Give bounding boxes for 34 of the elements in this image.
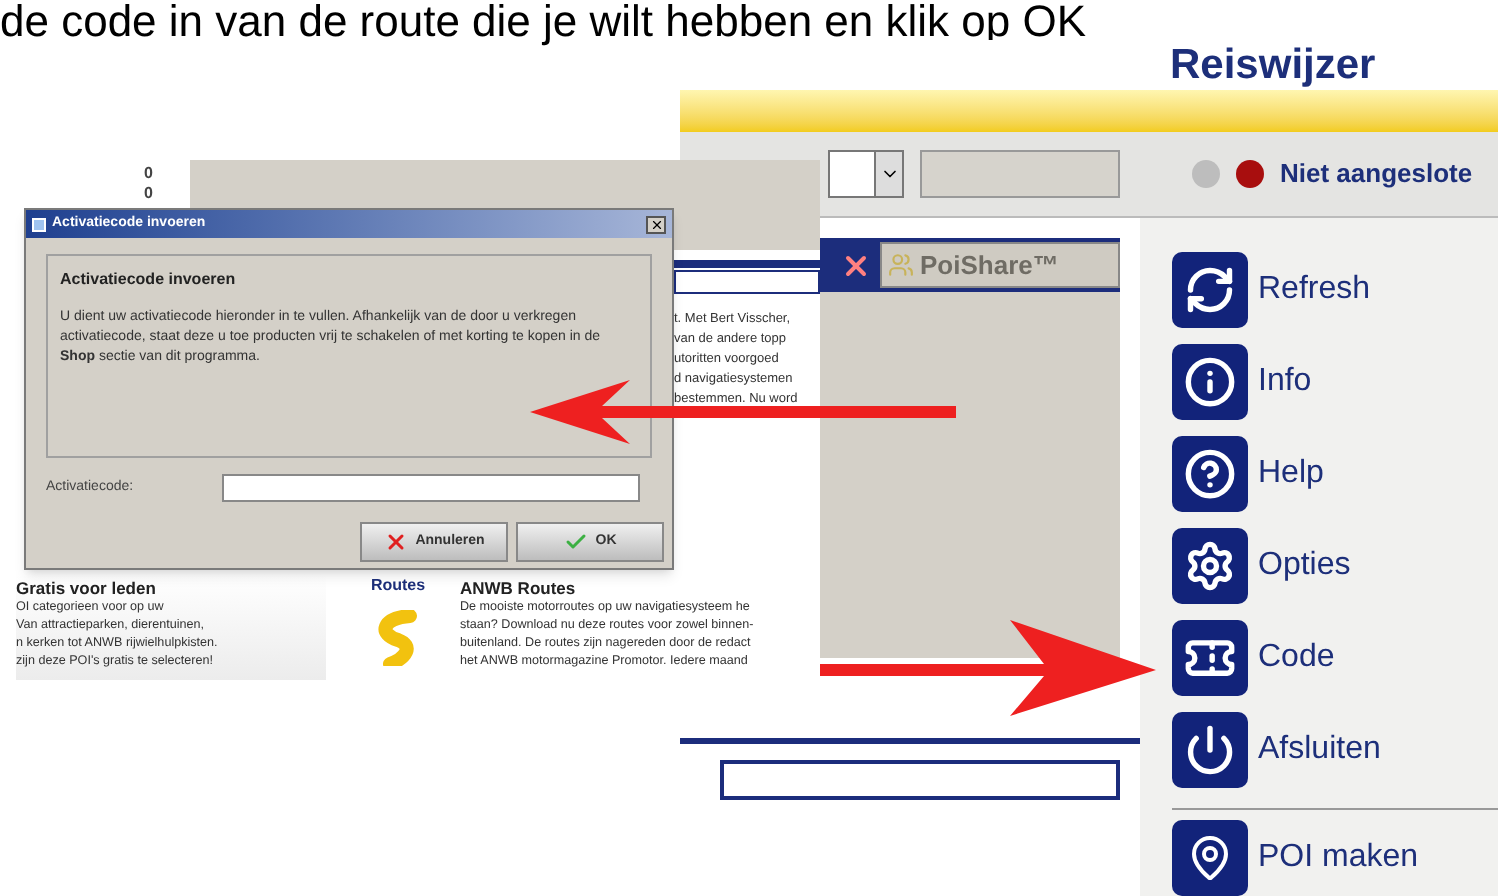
close-button[interactable] bbox=[646, 215, 666, 233]
ticket-icon bbox=[1172, 620, 1248, 696]
counter-text: 0 bbox=[144, 164, 153, 184]
chevron-down-icon bbox=[874, 152, 902, 197]
info-icon bbox=[1172, 344, 1248, 420]
settings-icon bbox=[1172, 528, 1248, 604]
menu-item[interactable]: Afsluiten bbox=[1172, 704, 1498, 796]
refresh-icon bbox=[1172, 252, 1248, 328]
check-icon bbox=[563, 530, 588, 554]
connection-status: Niet aangeslote bbox=[1280, 156, 1473, 193]
app-icon bbox=[32, 217, 46, 231]
help-icon bbox=[1172, 436, 1248, 512]
counter-text: 0 bbox=[144, 184, 153, 204]
text-field[interactable] bbox=[920, 150, 1120, 199]
caption-text: de code in van de route die je wilt hebben en klik op OK bbox=[0, 0, 1087, 44]
power-icon bbox=[1172, 712, 1248, 788]
routes-label: Routes bbox=[370, 574, 426, 598]
close-icon bbox=[649, 217, 663, 231]
menu-item[interactable]: Code bbox=[1172, 612, 1498, 704]
activation-code-field[interactable] bbox=[222, 474, 640, 502]
dialog-heading: Activatiecode invoeren bbox=[60, 268, 238, 292]
pin-icon bbox=[1172, 820, 1248, 896]
cross-icon bbox=[383, 530, 408, 554]
poi-maken-button[interactable]: POI maken bbox=[1172, 820, 1498, 896]
card-title: ANWB Routes bbox=[460, 578, 578, 598]
card-title: Gratis voor leden bbox=[16, 578, 158, 598]
menu-item[interactable]: Help bbox=[1172, 428, 1498, 520]
menu-item[interactable]: Refresh bbox=[1172, 244, 1498, 336]
dropdown[interactable] bbox=[828, 150, 904, 199]
menu-item[interactable]: Opties bbox=[1172, 520, 1498, 612]
users-icon bbox=[888, 252, 914, 278]
menu-item[interactable]: Info bbox=[1172, 336, 1498, 428]
app-title: Reiswijzer bbox=[1170, 43, 1376, 86]
search-field[interactable] bbox=[720, 760, 1120, 800]
